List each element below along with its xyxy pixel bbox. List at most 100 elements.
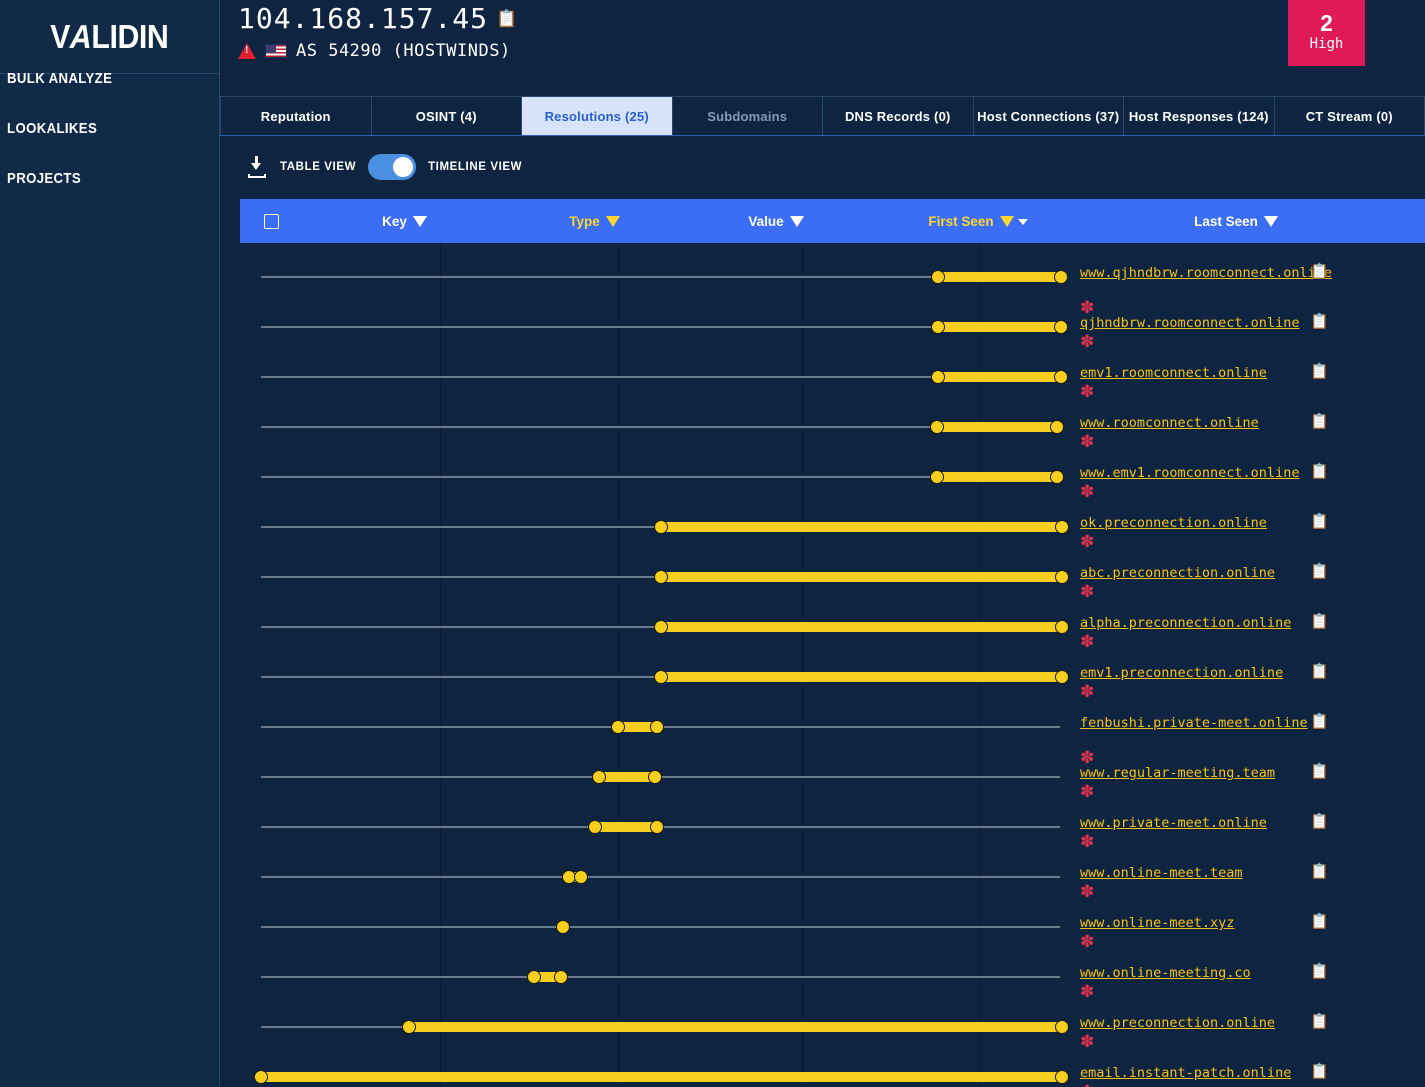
timeline-endpoint-dot[interactable]: [556, 920, 570, 934]
tab-subdomains[interactable]: Subdomains: [672, 97, 823, 135]
tab-host-connections[interactable]: Host Connections (37): [973, 97, 1124, 135]
tab-resolutions[interactable]: Resolutions (25): [522, 97, 673, 135]
resolution-value-link[interactable]: www.roomconnect.online: [1080, 415, 1330, 431]
copy-icon[interactable]: 📋: [1310, 314, 1329, 329]
resolution-value-link[interactable]: alpha.preconnection.online: [1080, 615, 1330, 631]
copy-icon[interactable]: 📋: [1310, 364, 1329, 379]
tab-host-responses[interactable]: Host Responses (124): [1124, 97, 1275, 135]
timeline-endpoint-dot[interactable]: [1054, 270, 1068, 284]
timeline-endpoint-dot[interactable]: [527, 970, 541, 984]
column-header-type[interactable]: Type: [507, 214, 682, 229]
timeline-bar[interactable]: [938, 322, 1061, 332]
timeline-endpoint-dot[interactable]: [1055, 570, 1069, 584]
filter-icon[interactable]: [999, 215, 1014, 227]
timeline-bar[interactable]: [938, 372, 1061, 382]
timeline-endpoint-dot[interactable]: [1055, 620, 1069, 634]
timeline-endpoint-dot[interactable]: [654, 520, 668, 534]
filter-icon[interactable]: [1263, 215, 1278, 227]
column-header-key[interactable]: Key: [302, 214, 507, 229]
timeline-endpoint-dot[interactable]: [1050, 470, 1064, 484]
copy-icon[interactable]: 📋: [1310, 664, 1329, 679]
tab-dns-records[interactable]: DNS Records (0): [823, 97, 974, 135]
column-header-value[interactable]: Value: [682, 214, 870, 229]
timeline-bar[interactable]: [661, 622, 1062, 632]
sidebar-item-lookalikes[interactable]: LOOKALIKES: [0, 120, 104, 137]
resolution-value-link[interactable]: abc.preconnection.online: [1080, 565, 1330, 581]
timeline-endpoint-dot[interactable]: [1055, 1020, 1069, 1034]
copy-icon[interactable]: 📋: [1310, 764, 1329, 779]
copy-icon[interactable]: 📋: [1310, 864, 1329, 879]
threat-star-icon[interactable]: ✽: [1080, 1083, 1094, 1087]
threat-star-icon[interactable]: ✽: [1080, 383, 1094, 400]
timeline-endpoint-dot[interactable]: [648, 770, 662, 784]
resolution-value-link[interactable]: www.regular-meeting.team: [1080, 765, 1330, 781]
timeline-endpoint-dot[interactable]: [1054, 370, 1068, 384]
tab-reputation[interactable]: Reputation: [220, 97, 372, 135]
timeline-bar[interactable]: [595, 822, 657, 832]
timeline-endpoint-dot[interactable]: [930, 420, 944, 434]
timeline-endpoint-dot[interactable]: [611, 720, 625, 734]
timeline-endpoint-dot[interactable]: [650, 720, 664, 734]
timeline-bar[interactable]: [937, 422, 1057, 432]
timeline-endpoint-dot[interactable]: [931, 270, 945, 284]
timeline-bar[interactable]: [937, 472, 1057, 482]
column-header-first-seen[interactable]: First Seen: [870, 214, 1086, 229]
sort-descending-icon[interactable]: [1017, 218, 1028, 225]
copy-icon[interactable]: 📋: [1310, 514, 1329, 529]
copy-icon[interactable]: 📋: [1310, 814, 1329, 829]
threat-star-icon[interactable]: ✽: [1080, 433, 1094, 450]
threat-star-icon[interactable]: ✽: [1080, 883, 1094, 900]
timeline-bar[interactable]: [661, 672, 1062, 682]
threat-star-icon[interactable]: ✽: [1080, 783, 1094, 800]
threat-star-icon[interactable]: ✽: [1080, 1033, 1094, 1050]
view-mode-toggle[interactable]: [368, 154, 417, 180]
tab-ct-stream[interactable]: CT Stream (0): [1274, 97, 1425, 135]
timeline-endpoint-dot[interactable]: [1050, 420, 1064, 434]
resolution-value-link[interactable]: www.online-meeting.co: [1080, 965, 1330, 981]
sidebar-item-projects[interactable]: PROJECTS: [0, 170, 88, 187]
tab-osint[interactable]: OSINT (4): [371, 97, 522, 135]
resolution-value-link[interactable]: www.emv1.roomconnect.online: [1080, 465, 1330, 481]
timeline-bar[interactable]: [661, 572, 1062, 582]
threat-star-icon[interactable]: ✽: [1080, 933, 1094, 950]
threat-star-icon[interactable]: ✽: [1080, 833, 1094, 850]
timeline-endpoint-dot[interactable]: [654, 670, 668, 684]
filter-icon[interactable]: [789, 215, 804, 227]
timeline-endpoint-dot[interactable]: [588, 820, 602, 834]
resolution-value-link[interactable]: emv1.roomconnect.online: [1080, 365, 1330, 381]
timeline-endpoint-dot[interactable]: [654, 570, 668, 584]
resolution-value-link[interactable]: www.preconnection.online: [1080, 1015, 1330, 1031]
timeline-bar[interactable]: [938, 272, 1061, 282]
copy-icon[interactable]: 📋: [1310, 414, 1329, 429]
timeline-bar[interactable]: [261, 1072, 1062, 1082]
timeline-endpoint-dot[interactable]: [592, 770, 606, 784]
timeline-endpoint-dot[interactable]: [650, 820, 664, 834]
resolution-value-link[interactable]: email.instant-patch.online: [1080, 1065, 1330, 1081]
threat-star-icon[interactable]: ✽: [1080, 633, 1094, 650]
resolution-value-link[interactable]: www.qjhndbrw.roomconnect.online: [1080, 265, 1332, 281]
resolution-value-link[interactable]: qjhndbrw.roomconnect.online: [1080, 315, 1330, 331]
select-all-checkbox[interactable]: [263, 213, 279, 229]
copy-icon[interactable]: 📋: [1310, 714, 1329, 729]
timeline-endpoint-dot[interactable]: [254, 1070, 268, 1084]
download-icon[interactable]: [248, 156, 268, 178]
sidebar-item-bulk-analyze[interactable]: BULK ANALYZE: [0, 70, 119, 87]
copy-icon[interactable]: 📋: [1310, 1014, 1329, 1029]
copy-icon[interactable]: 📋: [1310, 264, 1329, 279]
resolution-value-link[interactable]: www.private-meet.online: [1080, 815, 1330, 831]
timeline-endpoint-dot[interactable]: [654, 620, 668, 634]
brand-logo[interactable]: VALIDIN: [0, 0, 219, 74]
timeline-bar[interactable]: [409, 1022, 1062, 1032]
timeline-endpoint-dot[interactable]: [931, 320, 945, 334]
resolution-value-link[interactable]: ok.preconnection.online: [1080, 515, 1330, 531]
filter-icon[interactable]: [412, 215, 427, 227]
timeline-endpoint-dot[interactable]: [1055, 670, 1069, 684]
resolution-value-link[interactable]: fenbushi.private-meet.online: [1080, 715, 1330, 731]
copy-icon[interactable]: 📋: [1310, 964, 1329, 979]
timeline-endpoint-dot[interactable]: [1055, 520, 1069, 534]
timeline-endpoint-dot[interactable]: [931, 370, 945, 384]
column-header-last-seen[interactable]: Last Seen: [1086, 214, 1386, 229]
threat-star-icon[interactable]: ✽: [1080, 683, 1094, 700]
timeline-endpoint-dot[interactable]: [1054, 320, 1068, 334]
timeline-endpoint-dot[interactable]: [1055, 1070, 1069, 1084]
